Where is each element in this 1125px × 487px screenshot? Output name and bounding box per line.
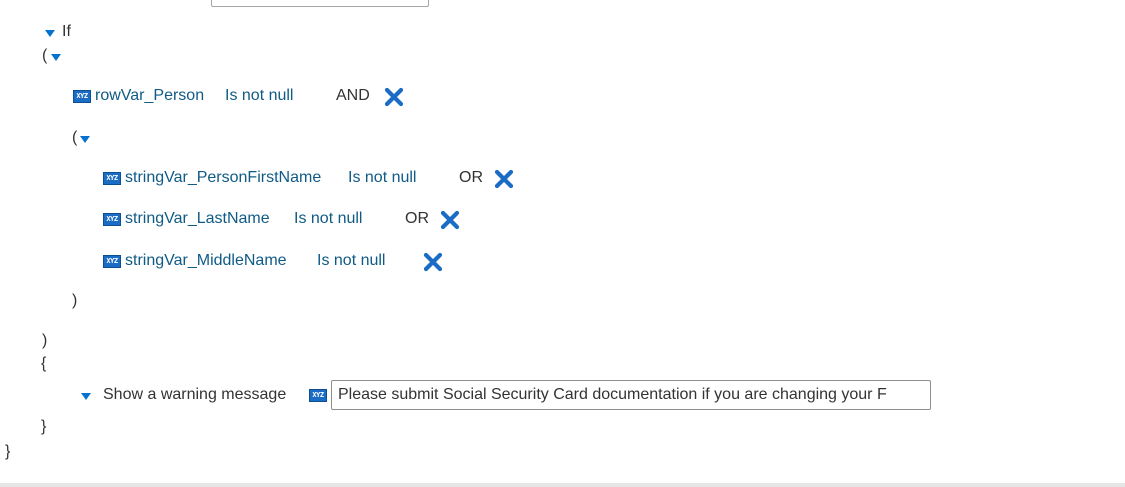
group-open-paren: (	[72, 129, 78, 146]
xyz-variable-icon: XYZ	[103, 172, 121, 185]
xyz-variable-icon: XYZ	[309, 389, 327, 402]
action-expand-chevron-down-icon[interactable]	[81, 393, 91, 400]
group-condition-variable[interactable]: stringVar_PersonFirstName	[125, 169, 321, 187]
condition-variable[interactable]: rowVar_Person	[95, 87, 204, 105]
if-keyword: If	[62, 23, 71, 40]
previous-field-input[interactable]	[211, 0, 429, 7]
xyz-variable-icon: XYZ	[103, 255, 121, 268]
warning-message-input[interactable]: Please submit Social Security Card docum…	[331, 380, 931, 410]
logic-operator[interactable]: OR	[405, 210, 429, 228]
logic-operator[interactable]: AND	[336, 87, 370, 105]
group-condition-operator[interactable]: Is not null	[348, 169, 416, 187]
condition-operator[interactable]: Is not null	[225, 87, 293, 105]
logic-operator[interactable]: OR	[459, 169, 483, 187]
delete-condition-close-icon[interactable]	[440, 210, 460, 230]
delete-condition-close-icon[interactable]	[384, 87, 404, 107]
group-condition-operator[interactable]: Is not null	[317, 252, 385, 270]
group-condition-variable[interactable]: stringVar_LastName	[125, 210, 270, 228]
action-label: Show a warning message	[103, 386, 287, 403]
condition-expand-chevron-down-icon[interactable]	[51, 54, 61, 61]
delete-condition-close-icon[interactable]	[494, 169, 514, 189]
if-close-brace: }	[5, 443, 11, 460]
xyz-variable-icon: XYZ	[103, 213, 121, 226]
action-close-brace: }	[41, 418, 47, 435]
condition-close-paren: )	[42, 332, 48, 349]
group-close-paren: )	[72, 292, 78, 309]
if-expand-chevron-down-icon[interactable]	[45, 30, 55, 37]
group-condition-operator[interactable]: Is not null	[294, 210, 362, 228]
group-expand-chevron-down-icon[interactable]	[80, 136, 90, 143]
action-open-brace: {	[41, 355, 47, 372]
xyz-variable-icon: XYZ	[73, 90, 91, 103]
delete-condition-close-icon[interactable]	[423, 252, 443, 272]
horizontal-scrollbar[interactable]	[0, 483, 1125, 487]
group-condition-variable[interactable]: stringVar_MiddleName	[125, 252, 287, 270]
condition-open-paren: (	[42, 47, 48, 64]
